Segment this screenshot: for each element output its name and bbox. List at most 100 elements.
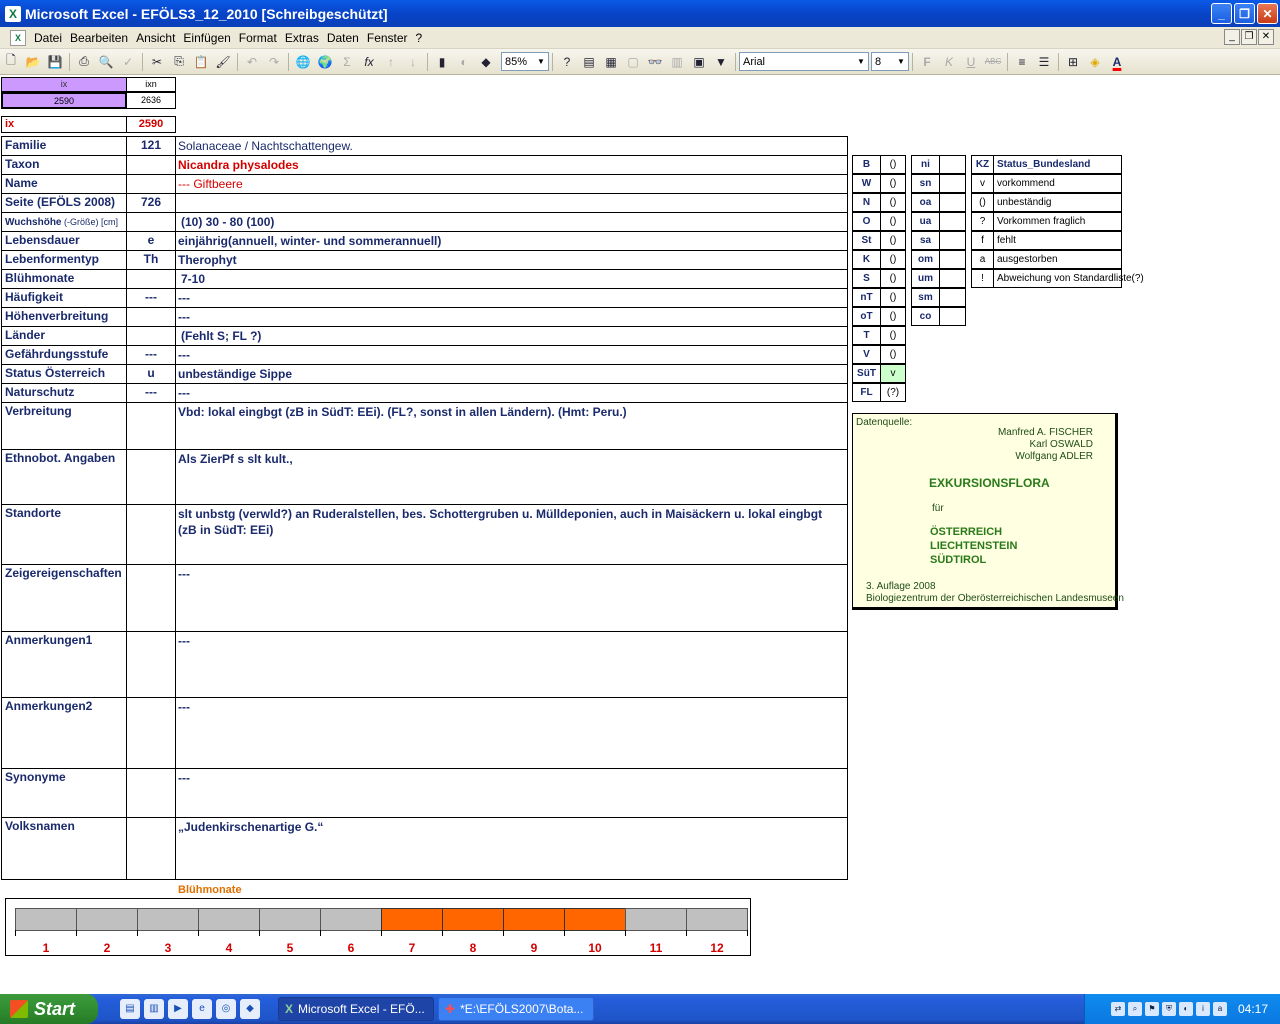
row-code[interactable]: --- bbox=[126, 383, 176, 403]
row-code[interactable]: 121 bbox=[126, 136, 176, 156]
row-value[interactable]: Therophyt bbox=[175, 250, 848, 270]
row-label[interactable]: Status Österreich bbox=[1, 364, 127, 384]
row-label[interactable]: Familie bbox=[1, 136, 127, 156]
redo-icon[interactable]: ↷ bbox=[263, 52, 285, 72]
web-icon[interactable]: 🌍 bbox=[314, 52, 336, 72]
align-center-icon[interactable]: ☰ bbox=[1033, 52, 1055, 72]
row-label[interactable]: Taxon bbox=[1, 155, 127, 175]
zone-value[interactable] bbox=[939, 193, 966, 212]
ix-header[interactable]: ix bbox=[1, 77, 127, 92]
menu-help[interactable]: ? bbox=[412, 31, 427, 45]
ix-red-cell[interactable]: 2590 bbox=[126, 116, 176, 133]
hyperlink-icon[interactable]: 🌐 bbox=[292, 52, 314, 72]
state-code[interactable]: S bbox=[852, 269, 881, 288]
row-code[interactable]: Th bbox=[126, 250, 176, 270]
row-code[interactable]: e bbox=[126, 231, 176, 251]
quicklaunch-desktop-icon[interactable]: ▤ bbox=[120, 999, 140, 1019]
row-code[interactable] bbox=[126, 307, 176, 327]
block-label[interactable]: Zeigereigenschaften bbox=[1, 564, 127, 632]
cut-icon[interactable]: ✂ bbox=[146, 52, 168, 72]
form-icon[interactable]: ▤ bbox=[578, 52, 600, 72]
tray-icon[interactable]: ⚑ bbox=[1144, 1002, 1159, 1016]
strike-button[interactable]: ABC bbox=[982, 52, 1004, 72]
row-label[interactable]: Lebensdauer bbox=[1, 231, 127, 251]
print-area-icon[interactable]: ▦ bbox=[600, 52, 622, 72]
state-value[interactable]: () bbox=[880, 155, 906, 174]
sort-desc-icon[interactable]: ↓ bbox=[402, 52, 424, 72]
state-value[interactable]: () bbox=[880, 231, 906, 250]
zone-code[interactable]: sa bbox=[911, 231, 940, 250]
find-icon[interactable]: 👓 bbox=[644, 52, 666, 72]
font-select[interactable]: Arial ▼ bbox=[739, 52, 869, 71]
state-code[interactable]: W bbox=[852, 174, 881, 193]
block-value[interactable]: slt unbstg (verwld?) an Ruderalstellen, … bbox=[175, 504, 848, 565]
row-value[interactable] bbox=[175, 193, 848, 213]
row-value[interactable]: --- bbox=[175, 288, 848, 308]
doc-restore-button[interactable]: ❐ bbox=[1241, 29, 1257, 45]
print-preview-icon[interactable]: 🔍 bbox=[95, 52, 117, 72]
state-code[interactable]: K bbox=[852, 250, 881, 269]
state-value[interactable]: () bbox=[880, 345, 906, 364]
block-label[interactable]: Anmerkungen1 bbox=[1, 631, 127, 698]
state-code[interactable]: N bbox=[852, 193, 881, 212]
state-code[interactable]: FL bbox=[852, 383, 881, 402]
quicklaunch-media-icon[interactable]: ▶ bbox=[168, 999, 188, 1019]
ixn-value-cell[interactable]: 2636 bbox=[126, 92, 176, 109]
zone-code[interactable]: co bbox=[911, 307, 940, 326]
row-label[interactable]: Wuchshöhe (-Größe) [cm] bbox=[1, 212, 127, 232]
state-value[interactable]: () bbox=[880, 269, 906, 288]
row-value[interactable]: --- Giftbeere bbox=[175, 174, 848, 194]
block-label[interactable]: Standorte bbox=[1, 504, 127, 565]
menu-extras[interactable]: Extras bbox=[281, 31, 323, 45]
state-value[interactable]: () bbox=[880, 250, 906, 269]
fill-color-icon[interactable]: ◈ bbox=[1084, 52, 1106, 72]
font-size-select[interactable]: 8 ▼ bbox=[871, 52, 909, 71]
quicklaunch-app-icon[interactable]: ◆ bbox=[240, 999, 260, 1019]
row-value[interactable]: --- bbox=[175, 383, 848, 403]
start-button[interactable]: Start bbox=[0, 994, 98, 1024]
row-label[interactable]: Blühmonate bbox=[1, 269, 127, 289]
network-icon[interactable]: ⇄ bbox=[1110, 1002, 1125, 1016]
row-code[interactable]: u bbox=[126, 364, 176, 384]
zone-value[interactable] bbox=[939, 212, 966, 231]
block-code[interactable] bbox=[126, 504, 176, 565]
row-value[interactable]: (Fehlt S; FL ?) bbox=[175, 326, 848, 346]
zone-code[interactable]: om bbox=[911, 250, 940, 269]
menu-daten[interactable]: Daten bbox=[323, 31, 363, 45]
row-code[interactable] bbox=[126, 155, 176, 175]
quicklaunch-explorer-icon[interactable]: ▥ bbox=[144, 999, 164, 1019]
state-value[interactable]: v bbox=[880, 364, 906, 383]
zone-value[interactable] bbox=[939, 155, 966, 174]
minimize-button[interactable]: _ bbox=[1211, 3, 1232, 24]
row-value[interactable]: 7-10 bbox=[175, 269, 848, 289]
row-label[interactable]: Seite (EFÖLS 2008) bbox=[1, 193, 127, 213]
block-label[interactable]: Verbreitung bbox=[1, 402, 127, 450]
info-icon[interactable]: i bbox=[1195, 1002, 1210, 1016]
state-code[interactable]: SüT bbox=[852, 364, 881, 383]
close-button[interactable]: ✕ bbox=[1257, 3, 1278, 24]
sort-asc-icon[interactable]: ↑ bbox=[380, 52, 402, 72]
row-value[interactable]: unbeständige Sippe bbox=[175, 364, 848, 384]
borders-icon[interactable]: ⊞ bbox=[1062, 52, 1084, 72]
antivirus-icon[interactable]: a bbox=[1212, 1002, 1227, 1016]
state-code[interactable]: B bbox=[852, 155, 881, 174]
row-code[interactable]: --- bbox=[126, 288, 176, 308]
state-code[interactable]: T bbox=[852, 326, 881, 345]
state-code[interactable]: St bbox=[852, 231, 881, 250]
ixn-header[interactable]: ixn bbox=[126, 77, 176, 92]
block-value[interactable]: --- bbox=[175, 697, 848, 769]
block-code[interactable] bbox=[126, 817, 176, 880]
row-value[interactable]: (10) 30 - 80 (100) bbox=[175, 212, 848, 232]
autofilter-icon[interactable]: ▼ bbox=[710, 52, 732, 72]
block-label[interactable]: Ethnobot. Angaben bbox=[1, 449, 127, 505]
align-left-icon[interactable]: ≡ bbox=[1011, 52, 1033, 72]
zone-code[interactable]: um bbox=[911, 269, 940, 288]
new-icon[interactable]: 🗋 bbox=[0, 52, 22, 72]
format-painter-icon[interactable]: 🖌 bbox=[212, 52, 234, 72]
zone-value[interactable] bbox=[939, 174, 966, 193]
row-code[interactable]: 726 bbox=[126, 193, 176, 213]
drawing-icon[interactable]: ◆ bbox=[475, 52, 497, 72]
chart-icon[interactable]: ▮ bbox=[431, 52, 453, 72]
bold-button[interactable]: F bbox=[916, 52, 938, 72]
block-code[interactable] bbox=[126, 449, 176, 505]
